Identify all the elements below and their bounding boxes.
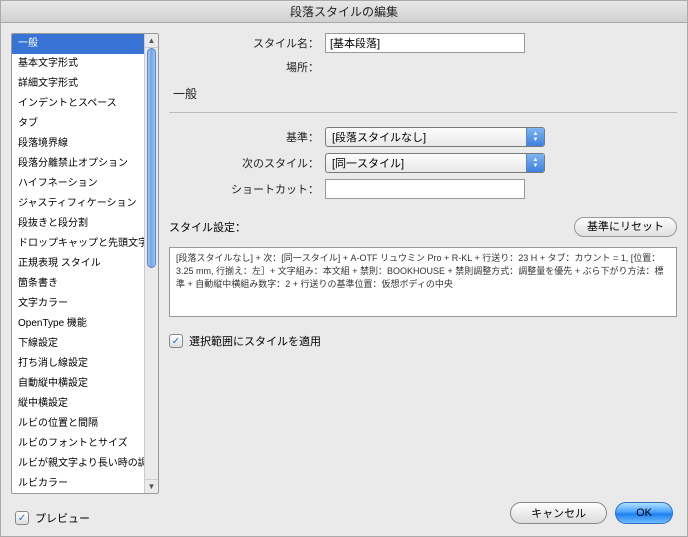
sidebar-item[interactable]: ルビが親文字より長い時の調整 <box>12 454 144 474</box>
next-style-select[interactable]: [同一スタイル] ▲▼ <box>325 153 545 173</box>
scroll-up-icon[interactable]: ▲ <box>145 34 158 48</box>
dialog-body: 一般基本文字形式詳細文字形式インデントとスペースタブ段落境界線段落分離禁止オプシ… <box>1 23 687 536</box>
apply-to-selection-label: 選択範囲にスタイルを適用 <box>189 333 321 349</box>
apply-to-selection-checkbox[interactable]: ✓ <box>169 334 183 348</box>
sidebar-item[interactable]: 段抜きと段分割 <box>12 214 144 234</box>
sidebar-item[interactable]: ルビカラー <box>12 474 144 493</box>
category-sidebar: 一般基本文字形式詳細文字形式インデントとスペースタブ段落境界線段落分離禁止オプシ… <box>11 33 159 494</box>
sidebar-item[interactable]: OpenType 機能 <box>12 314 144 334</box>
style-settings-label: スタイル設定： <box>169 219 246 235</box>
base-select[interactable]: [段落スタイルなし] ▲▼ <box>325 127 545 147</box>
style-name-input[interactable] <box>325 33 525 53</box>
sidebar-item[interactable]: インデントとスペース <box>12 94 144 114</box>
chevron-updown-icon: ▲▼ <box>526 128 544 146</box>
shortcut-label: ショートカット： <box>169 181 319 197</box>
section-heading: 一般 <box>173 85 677 102</box>
chevron-updown-icon: ▲▼ <box>526 154 544 172</box>
cancel-button[interactable]: キャンセル <box>510 502 607 524</box>
sidebar-item[interactable]: 基本文字形式 <box>12 54 144 74</box>
preview-checkbox[interactable]: ✓ <box>15 511 29 525</box>
preview-label: プレビュー <box>35 510 90 526</box>
style-name-label: スタイル名： <box>169 35 319 51</box>
sidebar-item[interactable]: 自動縦中横設定 <box>12 374 144 394</box>
next-style-label: 次のスタイル： <box>169 155 319 171</box>
dialog-title: 段落スタイルの編集 <box>1 1 687 23</box>
sidebar-item[interactable]: 詳細文字形式 <box>12 74 144 94</box>
paragraph-style-edit-dialog: 段落スタイルの編集 一般基本文字形式詳細文字形式インデントとスペースタブ段落境界… <box>0 0 688 537</box>
style-settings-text: [段落スタイルなし] + 次：[同一スタイル] + A-OTF リュウミン Pr… <box>169 247 677 317</box>
shortcut-input[interactable] <box>325 179 525 199</box>
sidebar-item[interactable]: 打ち消し線設定 <box>12 354 144 374</box>
sidebar-item[interactable]: 下線設定 <box>12 334 144 354</box>
scroll-thumb[interactable] <box>147 48 156 268</box>
sidebar-scrollbar[interactable]: ▲ ▼ <box>144 34 158 493</box>
sidebar-item[interactable]: 段落境界線 <box>12 134 144 154</box>
sidebar-item[interactable]: 箇条書き <box>12 274 144 294</box>
sidebar-item[interactable]: 縦中横設定 <box>12 394 144 414</box>
sidebar-item[interactable]: ルビの位置と間隔 <box>12 414 144 434</box>
section-divider <box>169 112 677 113</box>
sidebar-item[interactable]: 正規表現 スタイル <box>12 254 144 274</box>
location-label: 場所： <box>169 59 319 75</box>
base-label: 基準： <box>169 129 319 145</box>
next-style-select-value: [同一スタイル] <box>326 154 526 172</box>
sidebar-item[interactable]: ドロップキャップと先頭文字スタイル <box>12 234 144 254</box>
sidebar-item[interactable]: 段落分離禁止オプション <box>12 154 144 174</box>
main-panel: スタイル名： 場所： 一般 基準： [段落スタイルなし] ▲▼ <box>169 33 677 494</box>
ok-button[interactable]: OK <box>615 502 673 524</box>
sidebar-item[interactable]: ルビのフォントとサイズ <box>12 434 144 454</box>
sidebar-item[interactable]: 文字カラー <box>12 294 144 314</box>
sidebar-item[interactable]: 一般 <box>12 34 144 54</box>
sidebar-item[interactable]: ジャスティフィケーション <box>12 194 144 214</box>
base-select-value: [段落スタイルなし] <box>326 128 526 146</box>
sidebar-item[interactable]: ハイフネーション <box>12 174 144 194</box>
reset-to-base-button[interactable]: 基準にリセット <box>574 217 677 237</box>
sidebar-item[interactable]: タブ <box>12 114 144 134</box>
dialog-footer: ✓ プレビュー キャンセル OK <box>11 494 677 526</box>
category-list: 一般基本文字形式詳細文字形式インデントとスペースタブ段落境界線段落分離禁止オプシ… <box>12 34 144 493</box>
scroll-down-icon[interactable]: ▼ <box>145 479 158 493</box>
